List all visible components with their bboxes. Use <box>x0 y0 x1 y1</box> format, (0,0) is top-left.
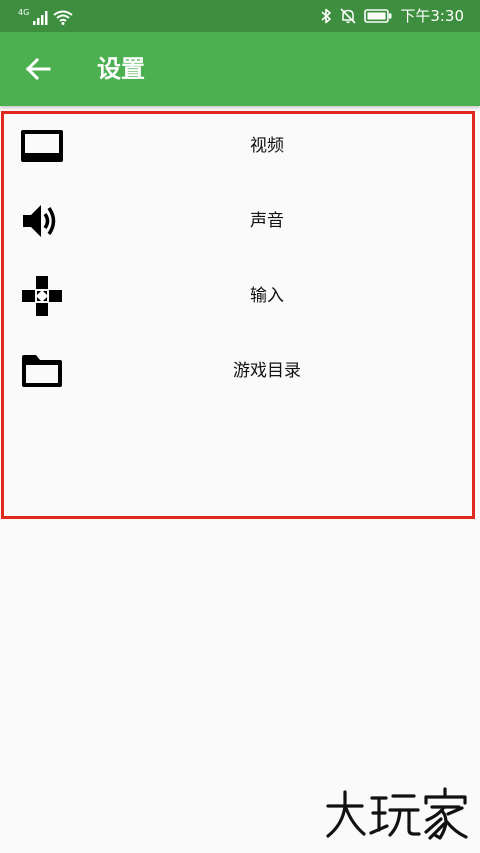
menu-item-label: 游戏目录 <box>233 361 301 381</box>
status-left-group: 4G <box>18 7 73 25</box>
status-time: 下午3:30 <box>400 7 464 25</box>
settings-menu: 视频 声音 输入 游戏目录 <box>1 111 475 519</box>
mute-icon <box>340 8 356 24</box>
signal-icon <box>33 11 48 25</box>
battery-icon <box>364 9 392 23</box>
back-button[interactable] <box>16 52 60 86</box>
status-right-group: 下午3:30 <box>321 6 464 26</box>
wifi-icon <box>53 10 73 25</box>
network-type-label: 4G <box>18 8 30 17</box>
app-bar: 设置 <box>0 32 480 106</box>
menu-item-label: 视频 <box>250 136 284 156</box>
menu-item-input[interactable]: 输入 <box>8 264 468 328</box>
watermark-logo <box>326 787 468 840</box>
page-title: 设置 <box>97 55 145 83</box>
status-bar: 4G 下午3:30 <box>0 0 480 32</box>
menu-item-game-directory[interactable]: 游戏目录 <box>8 339 468 403</box>
arrow-left-icon <box>25 57 51 81</box>
menu-item-label: 输入 <box>250 286 284 306</box>
menu-item-label: 声音 <box>250 211 284 231</box>
menu-item-sound[interactable]: 声音 <box>8 189 468 253</box>
menu-item-video[interactable]: 视频 <box>8 114 468 178</box>
bluetooth-icon <box>321 8 332 24</box>
